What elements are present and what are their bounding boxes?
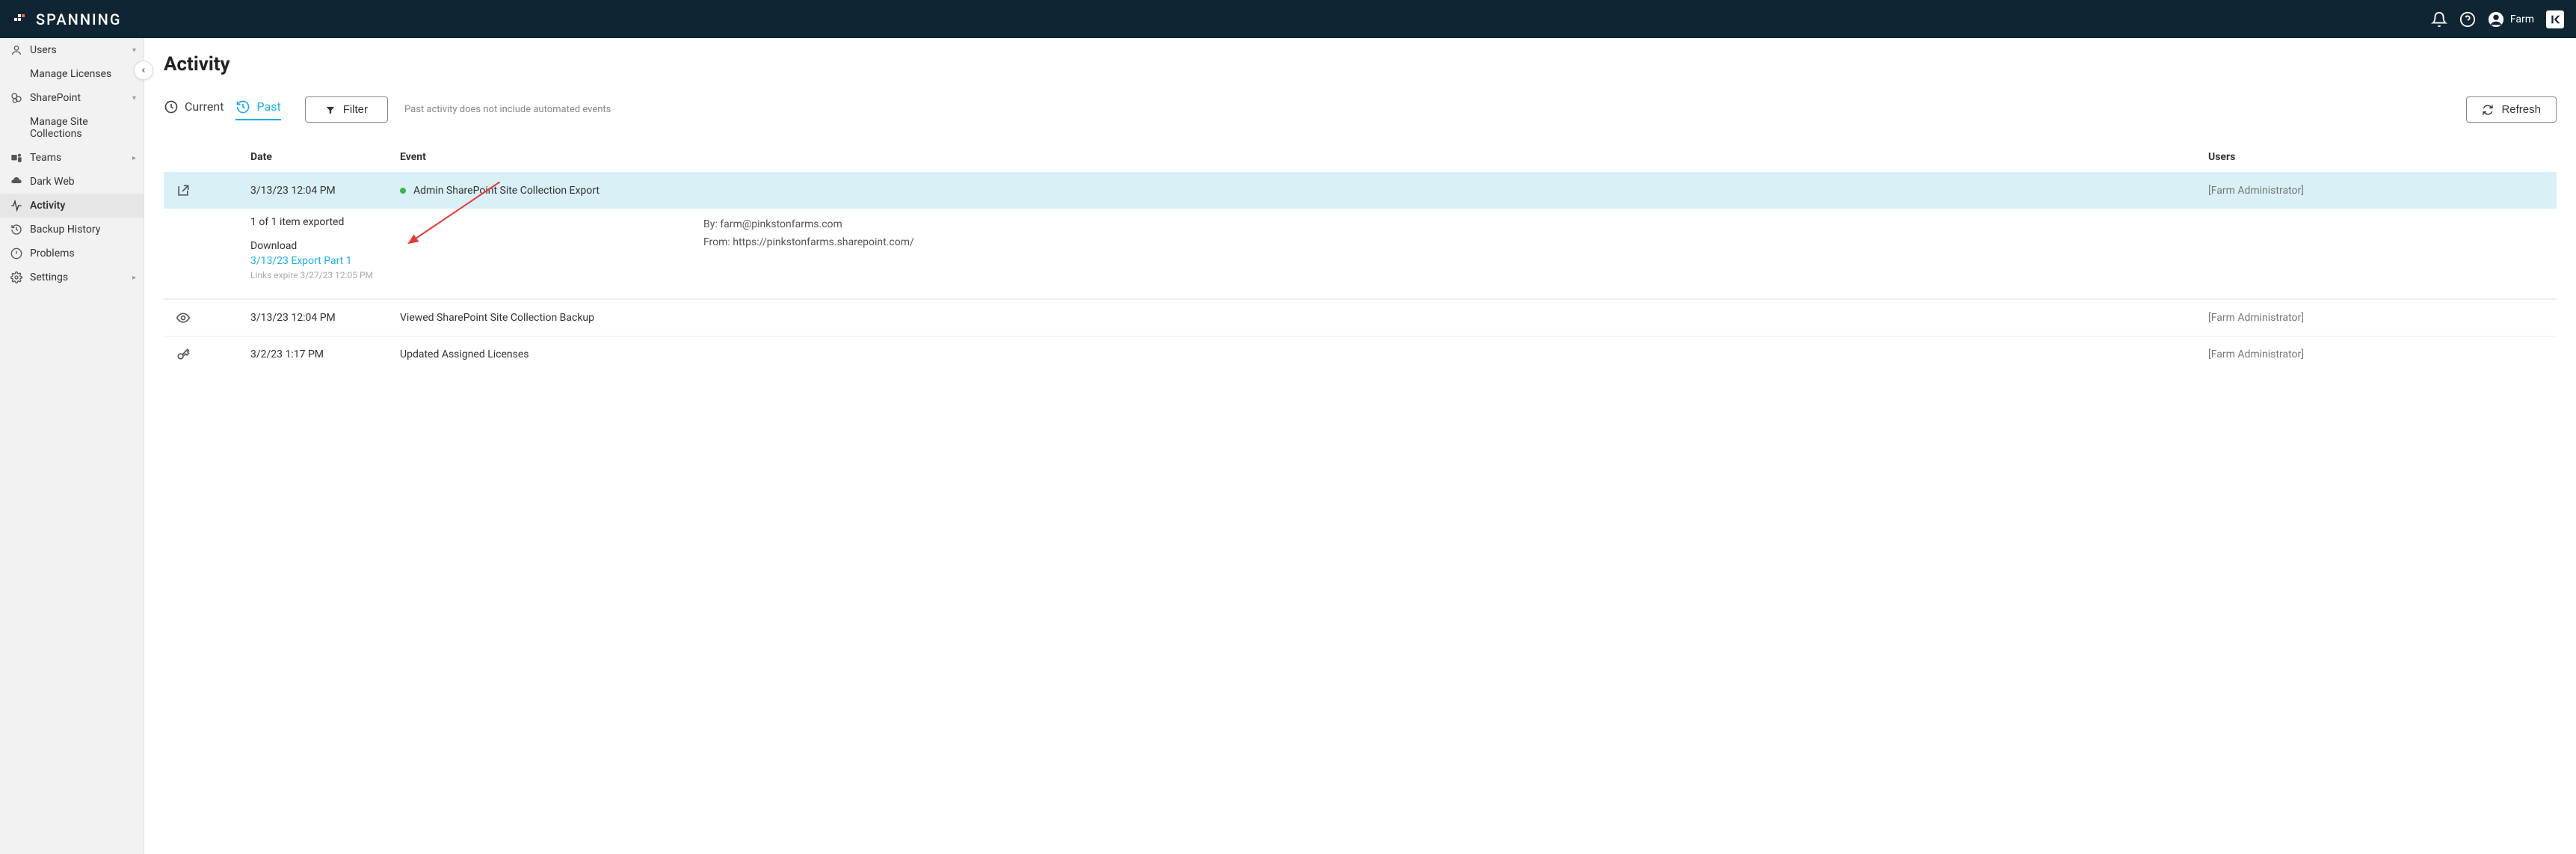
table-row[interactable]: 3/13/23 12:04 PM Viewed SharePoint Site … — [164, 299, 2557, 336]
activity-table: Date Event Users 3/13/23 12:04 PM Admin … — [164, 142, 2557, 372]
by-label: By: — [703, 218, 720, 230]
from-label: From: — [703, 236, 733, 248]
refresh-button[interactable]: Refresh — [2466, 96, 2557, 123]
download-link[interactable]: 3/13/23 Export Part 1 — [250, 255, 703, 267]
cell-user: [Farm Administrator] — [2208, 348, 2545, 360]
col-date: Date — [250, 151, 400, 163]
teams-icon — [10, 152, 22, 164]
sidebar-item-users[interactable]: Users ▾ — [0, 38, 144, 62]
cell-user: [Farm Administrator] — [2208, 312, 2545, 324]
download-label: Download — [250, 240, 703, 252]
row-detail: 1 of 1 item exported Download 3/13/23 Ex… — [164, 209, 2557, 299]
user-menu[interactable]: Farm — [2488, 11, 2534, 28]
notifications-icon[interactable] — [2431, 11, 2447, 28]
toolbar: Current Past Filter Past activity does n… — [164, 96, 2557, 123]
sidebar-label: Manage Licenses — [30, 68, 111, 80]
sidebar: Users ▾ Manage Licenses SharePoint ▾ Man… — [0, 38, 144, 854]
sidebar-item-darkweb[interactable]: Dark Web — [0, 170, 144, 194]
cell-event: Viewed SharePoint Site Collection Backup — [400, 312, 2208, 324]
by-value: farm@pinkstonfarms.com — [720, 218, 842, 230]
button-label: Filter — [343, 103, 368, 116]
tab-label: Current — [185, 99, 224, 114]
darkweb-icon — [10, 176, 22, 188]
page-title: Activity — [164, 53, 2557, 76]
sidebar-label: Backup History — [30, 224, 100, 236]
filter-button[interactable]: Filter — [305, 96, 388, 123]
cell-date: 3/13/23 12:04 PM — [250, 185, 400, 197]
chevron-right-icon: ▸ — [132, 154, 136, 162]
sidebar-item-manage-sites[interactable]: Manage Site Collections — [0, 110, 144, 146]
user-name: Farm — [2510, 13, 2534, 25]
sidebar-label: Dark Web — [30, 176, 75, 188]
toolbar-note: Past activity does not include automated… — [404, 104, 611, 115]
export-icon — [176, 183, 191, 198]
sidebar-item-settings[interactable]: Settings ▸ — [0, 265, 144, 289]
tab-label: Past — [256, 99, 280, 114]
filter-icon — [325, 105, 336, 115]
key-icon — [176, 347, 191, 362]
sidebar-label: Users — [30, 44, 57, 56]
eye-icon — [176, 310, 191, 325]
sidebar-item-problems[interactable]: Problems — [0, 242, 144, 265]
cell-event: Updated Assigned Licenses — [400, 348, 2208, 360]
main-content: Activity Current Past Filter Past activi… — [144, 38, 2576, 854]
chevron-right-icon: ▸ — [132, 274, 136, 282]
sidebar-item-activity[interactable]: Activity — [0, 194, 144, 218]
gear-icon — [10, 271, 22, 283]
history-icon — [10, 224, 22, 236]
button-label: Refresh — [2501, 103, 2541, 116]
table-header: Date Event Users — [164, 142, 2557, 172]
kaseya-icon[interactable] — [2546, 10, 2564, 28]
sidebar-label: Teams — [30, 152, 61, 164]
top-bar: SPANNING Farm — [0, 0, 2576, 38]
status-dot-icon — [400, 188, 406, 194]
table-row[interactable]: 3/2/23 1:17 PM Updated Assigned Licenses… — [164, 336, 2557, 372]
sidebar-item-backup-history[interactable]: Backup History — [0, 218, 144, 242]
clock-icon — [164, 99, 179, 114]
chevron-down-icon: ▾ — [132, 46, 136, 55]
sharepoint-icon — [10, 92, 22, 104]
cell-event: Admin SharePoint Site Collection Export — [413, 185, 600, 197]
col-users: Users — [2208, 151, 2545, 163]
brand-logo-icon — [12, 12, 27, 27]
help-icon[interactable] — [2459, 11, 2476, 28]
chevron-down-icon: ▾ — [132, 94, 136, 102]
tab-current[interactable]: Current — [164, 99, 224, 120]
col-event: Event — [400, 151, 2208, 163]
sidebar-label: SharePoint — [30, 92, 81, 104]
user-icon — [10, 44, 22, 56]
cell-date: 3/13/23 12:04 PM — [250, 312, 400, 324]
table-row[interactable]: 3/13/23 12:04 PM Admin SharePoint Site C… — [164, 172, 2557, 209]
expire-note: Links expire 3/27/23 12:05 PM — [250, 270, 703, 280]
sidebar-label: Manage Site Collections — [30, 116, 133, 140]
history-icon — [235, 99, 250, 114]
sidebar-label: Settings — [30, 271, 68, 283]
tab-past[interactable]: Past — [235, 99, 280, 120]
sidebar-item-sharepoint[interactable]: SharePoint ▾ — [0, 86, 144, 110]
sidebar-item-teams[interactable]: Teams ▸ — [0, 146, 144, 170]
sidebar-item-manage-licenses[interactable]: Manage Licenses — [0, 62, 144, 86]
refresh-icon — [2482, 104, 2494, 116]
cell-date: 3/2/23 1:17 PM — [250, 348, 400, 360]
sidebar-label: Activity — [30, 200, 65, 212]
problems-icon — [10, 248, 22, 259]
from-value: https://pinkstonfarms.sharepoint.com/ — [733, 236, 913, 248]
brand-name: SPANNING — [36, 10, 122, 28]
export-count: 1 of 1 item exported — [250, 216, 703, 228]
sidebar-label: Problems — [30, 248, 75, 259]
activity-icon — [10, 200, 22, 212]
cell-user: [Farm Administrator] — [2208, 185, 2545, 197]
